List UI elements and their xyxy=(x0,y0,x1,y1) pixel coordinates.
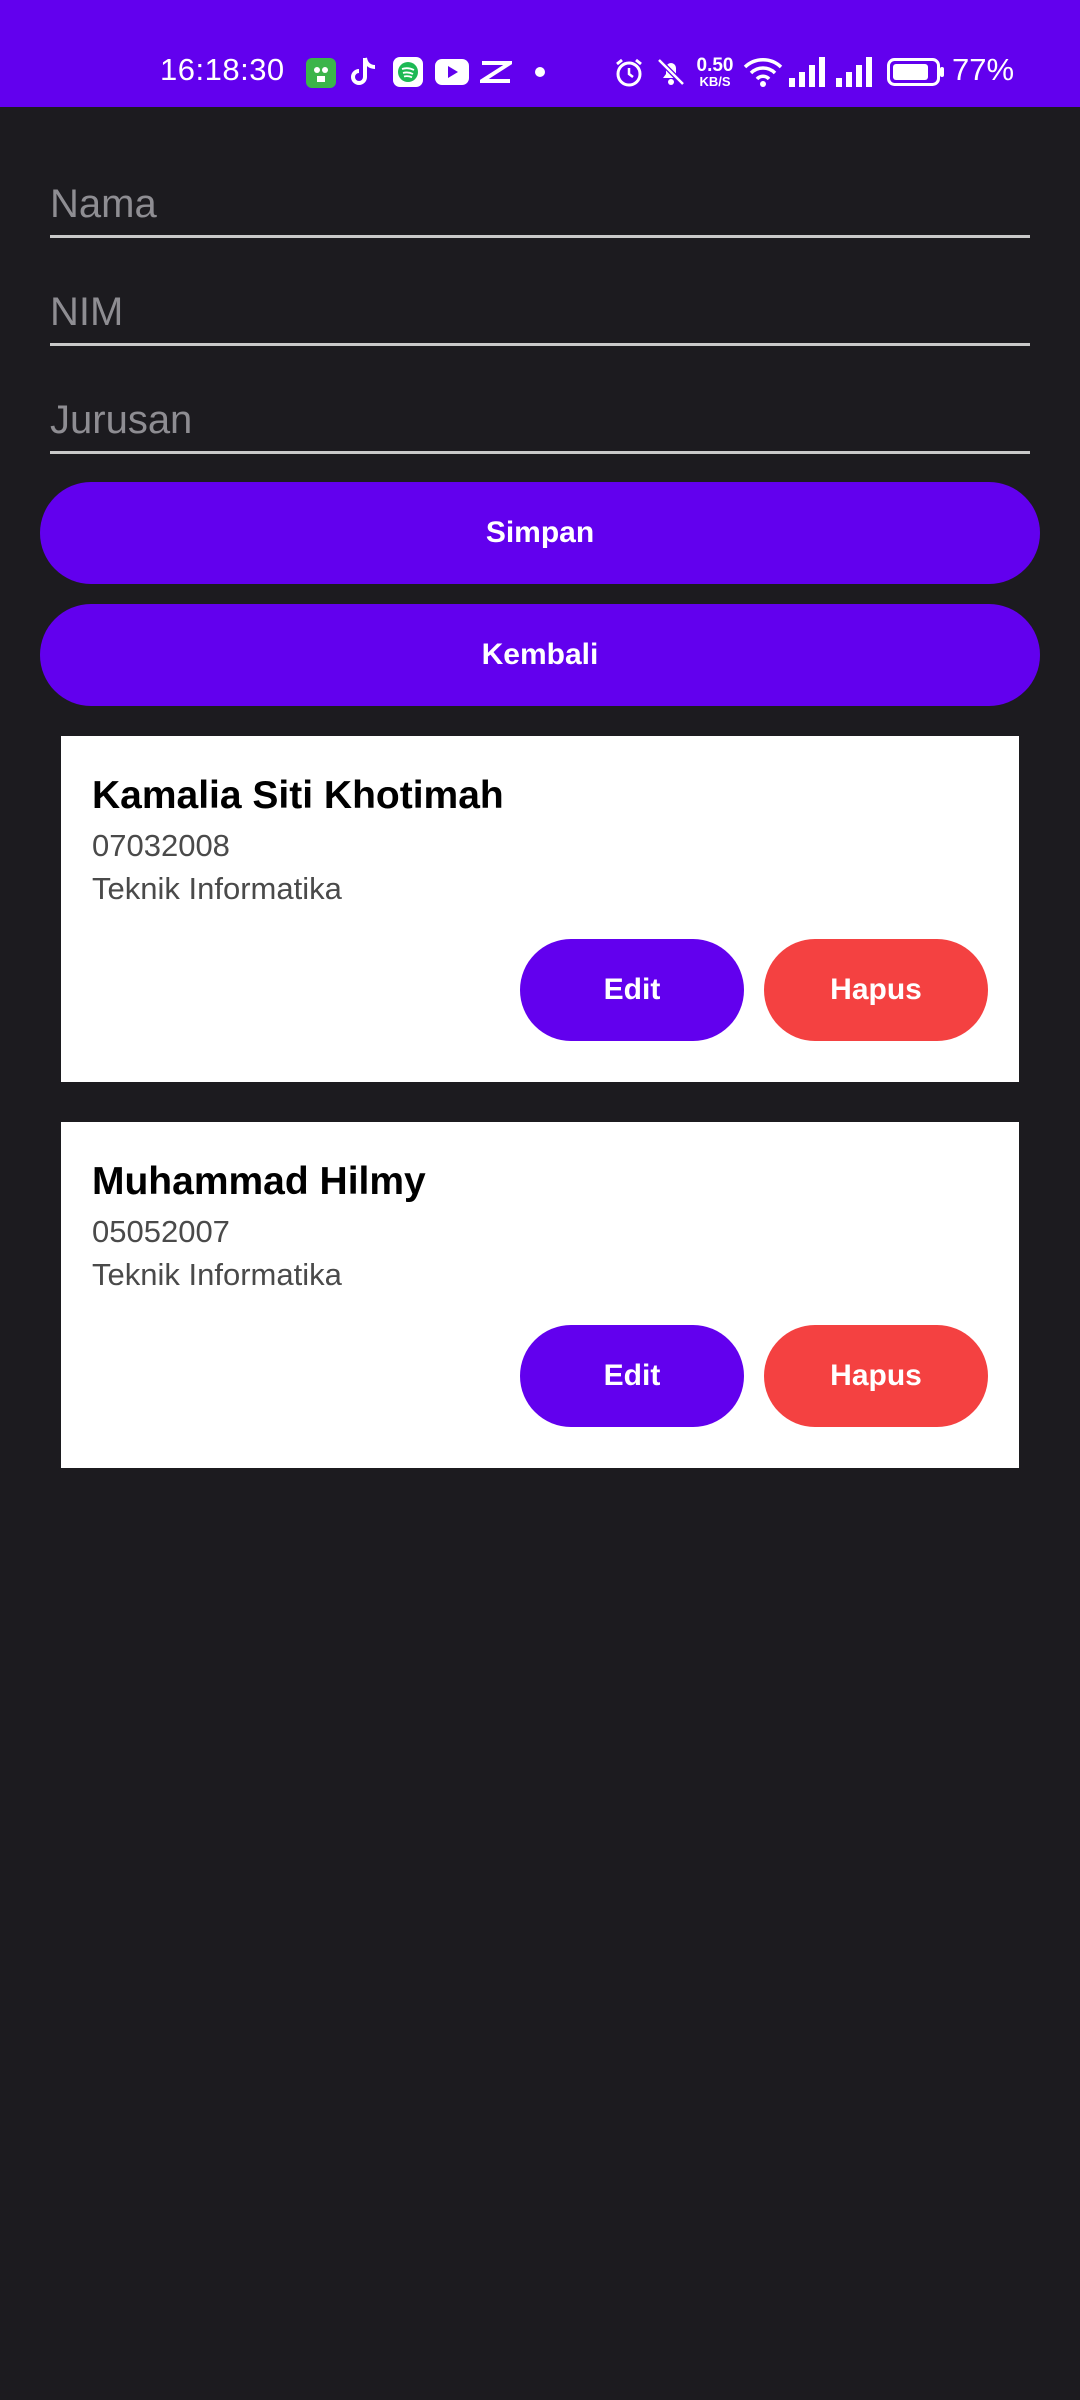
simpan-button[interactable]: Simpan xyxy=(40,482,1040,584)
spotify-icon xyxy=(393,54,423,90)
nim-input[interactable] xyxy=(50,290,1030,335)
hapus-button[interactable]: Hapus xyxy=(764,939,988,1041)
kembali-button[interactable]: Kembali xyxy=(40,604,1040,706)
edit-button[interactable]: Edit xyxy=(520,1325,744,1427)
jurusan-field[interactable] xyxy=(50,374,1030,454)
nim-field[interactable] xyxy=(50,266,1030,346)
signal-icon xyxy=(789,54,827,90)
battery-icon xyxy=(886,54,946,90)
status-time: 16:18:30 xyxy=(160,52,285,87)
student-name: Kamalia Siti Khotimah xyxy=(92,774,504,817)
student-card: Muhammad Hilmy 05052007 Teknik Informati… xyxy=(61,1122,1019,1468)
mute-icon xyxy=(655,54,687,90)
youtube-icon xyxy=(435,54,469,90)
student-jurusan: Teknik Informatika xyxy=(92,1257,342,1292)
student-card: Kamalia Siti Khotimah 07032008 Teknik In… xyxy=(61,736,1019,1082)
capcut-icon xyxy=(480,54,512,90)
nama-input[interactable] xyxy=(50,182,1030,227)
status-bar: 16:18:30 0.50 KB/S 77% xyxy=(0,0,1080,107)
alarm-icon xyxy=(613,54,645,90)
hapus-button[interactable]: Hapus xyxy=(764,1325,988,1427)
signal-icon xyxy=(836,54,874,90)
tiktok-icon xyxy=(349,54,379,90)
edit-button[interactable]: Edit xyxy=(520,939,744,1041)
nama-field[interactable] xyxy=(50,158,1030,238)
wifi-icon xyxy=(743,54,783,90)
student-nim: 05052007 xyxy=(92,1214,230,1249)
student-name: Muhammad Hilmy xyxy=(92,1160,426,1203)
net-speed-value: 0.50 xyxy=(696,54,734,76)
net-speed-unit: KB/S xyxy=(699,73,731,89)
battery-percent: 77% xyxy=(952,52,1015,87)
tokopedia-icon xyxy=(306,54,336,90)
student-jurusan: Teknik Informatika xyxy=(92,871,342,906)
dot-icon xyxy=(534,54,546,90)
net-speed: 0.50 KB/S xyxy=(690,54,740,90)
student-nim: 07032008 xyxy=(92,828,230,863)
jurusan-input[interactable] xyxy=(50,398,1030,443)
